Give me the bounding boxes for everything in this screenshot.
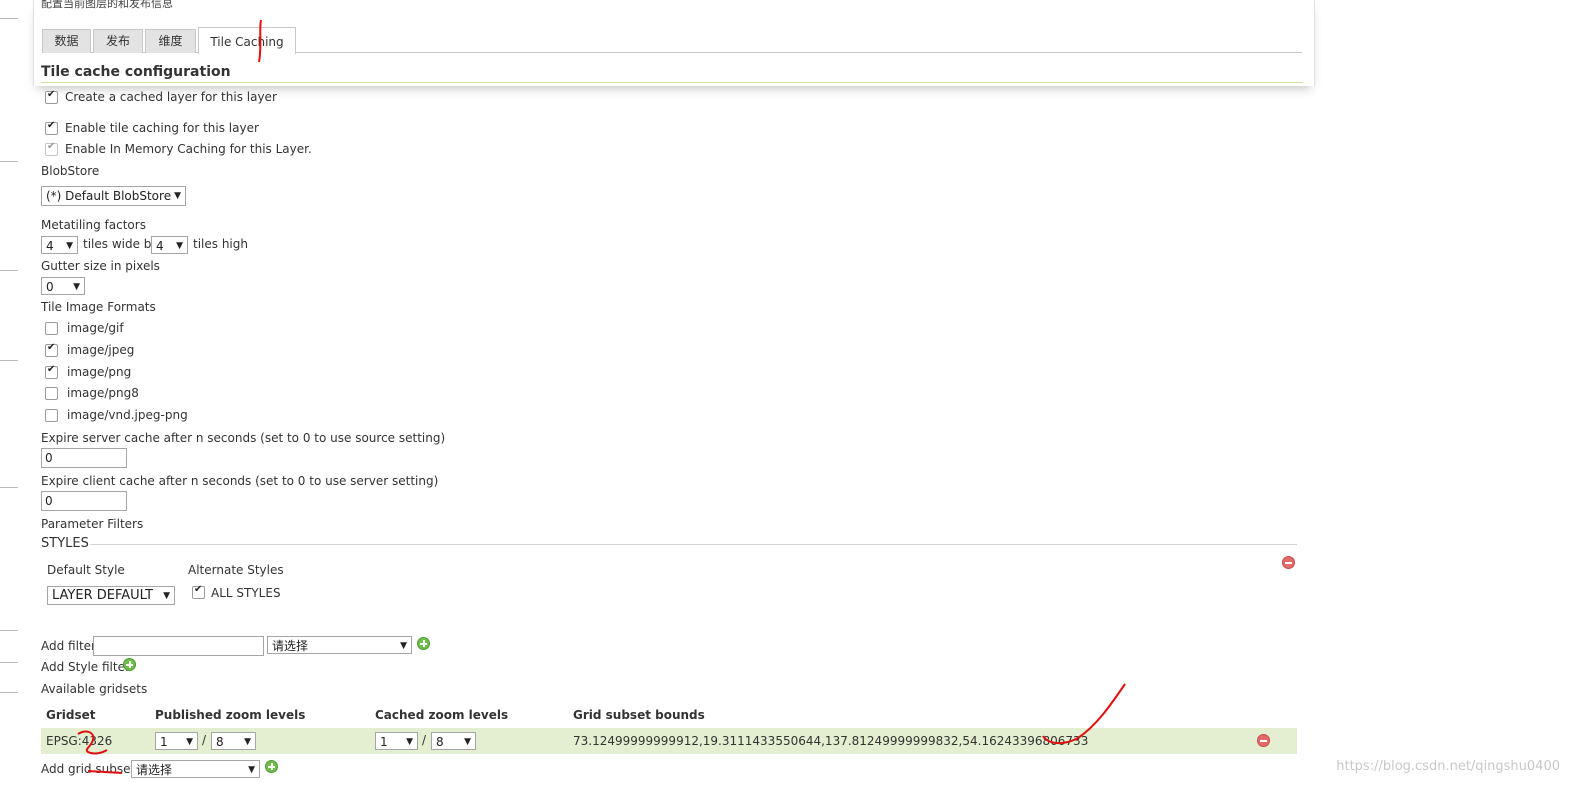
annotation-underline bbox=[87, 770, 123, 774]
annotation-checkmark bbox=[1042, 683, 1126, 744]
annotation-number-2 bbox=[77, 730, 108, 755]
watermark: https://blog.csdn.net/qingshu0400 bbox=[1336, 759, 1560, 774]
annotation-overlay bbox=[77, 19, 1126, 774]
annotation-mark-tab bbox=[258, 19, 262, 63]
